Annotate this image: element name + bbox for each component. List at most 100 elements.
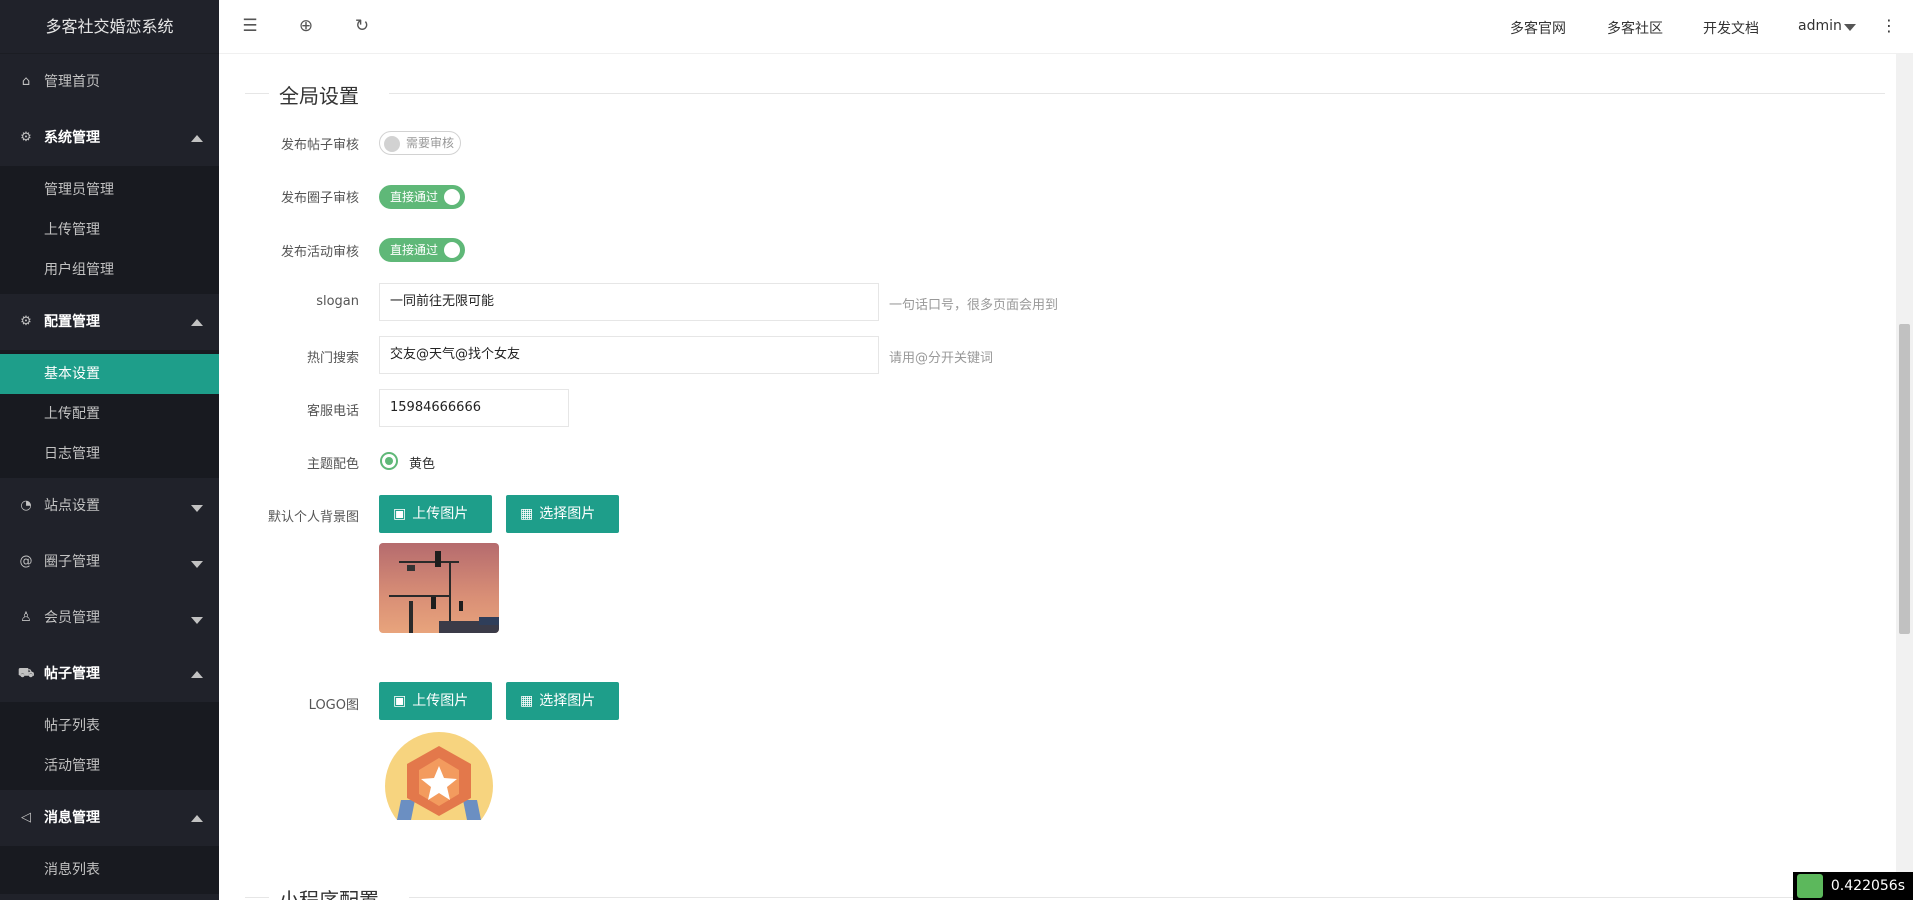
sidebar-item-label: 配置管理 <box>44 314 100 330</box>
button-label: 选择图片 <box>539 506 596 522</box>
form-label: 默认个人背景图 <box>267 510 359 525</box>
sidebar-item-label: 管理首页 <box>44 74 100 90</box>
submenu-config: 基本设置 上传配置 日志管理 <box>0 350 219 478</box>
sidebar-item-label: 会员管理 <box>44 610 100 626</box>
sidebar-item-members[interactable]: ♙ 会员管理 <box>0 590 219 646</box>
switch-text: 直接通过 <box>390 190 439 204</box>
button-label: 上传图片 <box>412 693 469 709</box>
sidebar-menu-config: ⚙ 配置管理 <box>0 294 219 350</box>
chevron-down-icon <box>191 505 203 512</box>
home-icon: ⌂ <box>21 74 31 89</box>
submenu-posts: 帖子列表 活动管理 <box>0 702 219 790</box>
slogan-hint: 一句话口号，很多页面会用到 <box>889 298 1059 313</box>
slogan-input[interactable]: 一同前往无限可能 <box>379 283 879 321</box>
sidebar-subitem-post-list[interactable]: 帖子列表 <box>0 706 219 746</box>
sidebar-item-config[interactable]: ⚙ 配置管理 <box>0 294 219 350</box>
chevron-up-icon <box>191 815 203 822</box>
scrollbar[interactable] <box>1896 54 1913 900</box>
more-vertical-icon[interactable]: ⋮ <box>1881 16 1897 35</box>
sidebar-subitem-admins[interactable]: 管理员管理 <box>0 170 219 210</box>
topbar: ☰ ⊕ ↻ 多客官网 多客社区 开发文档 admin ⋮ <box>219 0 1913 54</box>
logo-upload-button[interactable]: ▣ 上传图片 <box>379 682 492 720</box>
form-label: LOGO图 <box>308 698 359 713</box>
chevron-up-icon <box>191 135 203 142</box>
refresh-icon[interactable]: ↻ <box>351 16 373 36</box>
form-label: 热门搜索 <box>306 351 359 366</box>
badge-star-icon <box>385 732 493 820</box>
switch-knob <box>444 242 460 258</box>
activity-review-switch[interactable]: 直接通过 <box>379 238 465 262</box>
section-header: 小程序配置 <box>245 880 1885 900</box>
sidebar-item-system[interactable]: ⚙ 系统管理 <box>0 110 219 166</box>
palette-icon: ◔ <box>20 498 32 513</box>
link-official-site[interactable]: 多客官网 <box>1510 18 1566 38</box>
image-icon: ▣ <box>393 506 407 522</box>
circle-review-switch[interactable]: 直接通过 <box>379 185 465 209</box>
submenu-messages: 消息列表 <box>0 846 219 894</box>
switch-text: 需要审核 <box>406 136 455 150</box>
bg-image-preview <box>379 543 499 633</box>
globe-icon[interactable]: ⊕ <box>295 16 317 36</box>
form-label: 发布圈子审核 <box>280 191 359 206</box>
logo-choose-button[interactable]: ▦ 选择图片 <box>506 682 619 720</box>
collapse-menu-icon[interactable]: ☰ <box>239 16 261 36</box>
radio-label[interactable]: 黄色 <box>409 453 435 472</box>
service-phone-input[interactable]: 15984666666 <box>379 389 569 427</box>
chevron-up-icon <box>191 671 203 678</box>
bg-upload-button[interactable]: ▣ 上传图片 <box>379 495 492 533</box>
switch-text: 直接通过 <box>390 243 439 257</box>
theme-color-radio[interactable] <box>380 452 398 470</box>
divider <box>245 897 271 898</box>
submenu-system: 管理员管理 上传管理 用户组管理 <box>0 166 219 294</box>
bg-choose-button[interactable]: ▦ 选择图片 <box>506 495 619 533</box>
scrollbar-thumb[interactable] <box>1899 324 1910 634</box>
sidebar-subitem-usergroups[interactable]: 用户组管理 <box>0 250 219 290</box>
sidebar-item-site[interactable]: ◔ 站点设置 <box>0 478 219 534</box>
grid-icon: ▦ <box>520 693 534 709</box>
button-label: 选择图片 <box>539 693 596 709</box>
sidebar-subitem-message-list[interactable]: 消息列表 <box>0 850 219 890</box>
chevron-up-icon <box>191 319 203 326</box>
sidebar-subitem-logs[interactable]: 日志管理 <box>0 434 219 474</box>
form-label: 主题配色 <box>306 457 359 472</box>
user-icon: ♙ <box>20 610 32 625</box>
gear-icon: ⚙ <box>20 130 32 145</box>
link-community[interactable]: 多客社区 <box>1607 18 1663 38</box>
logo-preview <box>379 732 499 820</box>
divider <box>245 93 271 94</box>
post-review-switch[interactable]: 需要审核 <box>379 131 461 155</box>
divider <box>409 897 1885 898</box>
chevron-down-icon <box>191 617 203 624</box>
button-label: 上传图片 <box>412 506 469 522</box>
leaf-logo-icon <box>1796 874 1823 898</box>
sidebar-subitem-uploads[interactable]: 上传管理 <box>0 210 219 250</box>
page-timer-badge: 0.422056s <box>1792 872 1913 900</box>
sidebar: 多客社交婚恋系统 ⌂ 管理首页 ⚙ 系统管理 管理员管理 上传管理 用户组管理 … <box>0 0 219 900</box>
form-label: 发布帖子审核 <box>280 138 359 153</box>
sidebar-item-home[interactable]: ⌂ 管理首页 <box>0 54 219 110</box>
sidebar-item-messages[interactable]: ◁ 消息管理 <box>0 790 219 846</box>
sidebar-item-label: 系统管理 <box>44 130 100 146</box>
grid-icon: ▦ <box>520 506 534 522</box>
link-docs[interactable]: 开发文档 <box>1703 18 1759 38</box>
section-header: 全局设置 <box>245 76 1885 110</box>
sidebar-item-label: 消息管理 <box>44 810 100 826</box>
hot-search-input[interactable]: 交友@天气@找个女友 <box>379 336 879 374</box>
sidebar-item-label: 站点设置 <box>44 498 100 514</box>
image-icon: ▣ <box>393 693 407 709</box>
app-title: 多客社交婚恋系统 <box>0 0 219 54</box>
sidebar-item-circles[interactable]: @ 圈子管理 <box>0 534 219 590</box>
sidebar-subitem-activities[interactable]: 活动管理 <box>0 746 219 786</box>
sidebar-subitem-basic-settings[interactable]: 基本设置 <box>0 354 219 394</box>
at-icon: @ <box>19 554 33 569</box>
form-label: 发布活动审核 <box>280 245 359 260</box>
form-label: 客服电话 <box>306 404 359 419</box>
sidebar-item-posts[interactable]: ⛟ 帖子管理 <box>0 646 219 702</box>
chevron-down-icon[interactable] <box>1844 24 1856 31</box>
sidebar-subitem-upload-config[interactable]: 上传配置 <box>0 394 219 434</box>
timer-value: 0.422056s <box>1830 878 1905 894</box>
user-menu[interactable]: admin <box>1798 18 1842 34</box>
hot-search-hint: 请用@分开关键词 <box>889 351 994 366</box>
sidebar-item-label: 帖子管理 <box>44 666 100 682</box>
chevron-down-icon <box>191 561 203 568</box>
